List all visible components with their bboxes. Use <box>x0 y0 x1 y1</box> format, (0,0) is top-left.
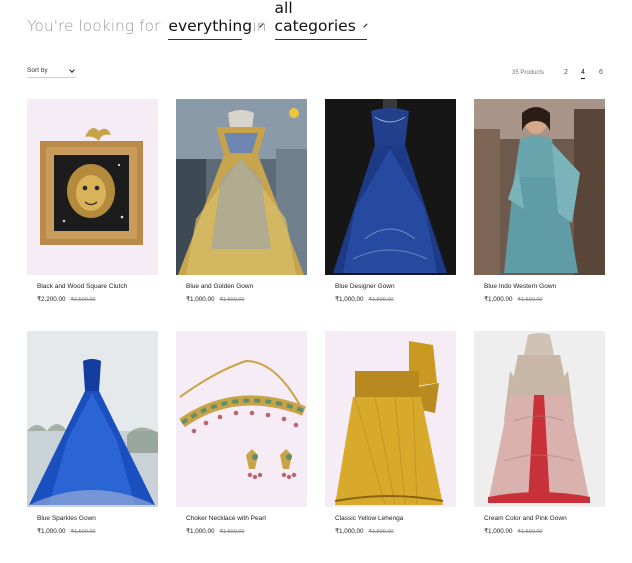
product-name[interactable]: Blue Indo Western Gown <box>484 283 605 292</box>
product-name[interactable]: Blue and Golden Gown <box>186 283 307 292</box>
product-prices: ₹2,200.00 ₹2,500.00 <box>37 296 158 303</box>
product-old-price: ₹1,500.00 <box>219 297 245 303</box>
product-price: ₹1,000.00 <box>186 296 215 303</box>
product-card[interactable]: Blue Indo Western Gown ₹1,000.00 ₹1,500.0… <box>474 99 605 303</box>
product-card[interactable]: Cream Color and Pink Gown ₹1,000.00 ₹1,50… <box>474 331 605 535</box>
filter-prefix-text: You're looking for <box>27 17 161 35</box>
filter-joiner-text: in <box>252 17 267 35</box>
product-image[interactable] <box>27 99 158 275</box>
product-card[interactable]: Blue Designer Gown ₹1,000.00 ₹1,500.00 <box>325 99 456 303</box>
product-prices: ₹1,000.00 ₹1,500.00 <box>37 528 158 535</box>
product-old-price: ₹2,500.00 <box>70 297 96 303</box>
pagination-link-active[interactable]: 4 <box>581 69 585 79</box>
search-filter-bar: You're looking for everything in all cat… <box>27 0 377 40</box>
product-prices: ₹1,000.00 ₹1,500.00 <box>484 296 605 303</box>
product-card[interactable]: Black and Wood Square Clutch ₹2,200.00 ₹2… <box>27 99 158 303</box>
product-prices: ₹1,000.00 ₹1,500.00 <box>186 528 307 535</box>
product-card[interactable]: Blue Sparkles Gown ₹1,000.00 ₹1,500.00 <box>27 331 158 535</box>
product-image[interactable] <box>176 99 307 275</box>
pagination-link[interactable]: 2 <box>564 69 568 76</box>
product-price: ₹1,000.00 <box>484 528 513 535</box>
products-count: 35 Products <box>512 70 545 76</box>
product-image[interactable] <box>325 99 456 275</box>
product-card[interactable]: Choker Necklace with Pearl ₹1,000.00 ₹1,5… <box>176 331 307 535</box>
product-image[interactable] <box>325 331 456 507</box>
product-prices: ₹1,000.00 ₹1,500.00 <box>186 296 307 303</box>
product-price: ₹1,000.00 <box>37 528 66 535</box>
product-old-price: ₹1,500.00 <box>368 297 394 303</box>
product-old-price: ₹1,500.00 <box>517 529 543 535</box>
sort-dropdown[interactable]: Sort by <box>27 66 76 78</box>
product-card[interactable]: Classic Yellow Lehenga ₹1,000.00 ₹1,500.0… <box>325 331 456 535</box>
product-price: ₹2,200.00 <box>37 296 66 303</box>
product-name[interactable]: Classic Yellow Lehenga <box>335 515 456 524</box>
category-dropdown[interactable]: all categories <box>274 0 368 40</box>
sort-label: Sort by <box>27 67 48 74</box>
product-name[interactable]: Choker Necklace with Pearl <box>186 515 307 524</box>
product-name[interactable]: Cream Color and Pink Gown <box>484 515 605 524</box>
product-old-price: ₹1,500.00 <box>517 297 543 303</box>
product-old-price: ₹1,500.00 <box>70 529 96 535</box>
product-image[interactable] <box>176 331 307 507</box>
product-price: ₹1,000.00 <box>484 296 513 303</box>
product-price: ₹1,000.00 <box>335 296 364 303</box>
product-old-price: ₹1,500.00 <box>368 529 394 535</box>
product-price: ₹1,000.00 <box>335 528 364 535</box>
product-image[interactable] <box>474 99 605 275</box>
product-name[interactable]: Blue Designer Gown <box>335 283 456 292</box>
product-image[interactable] <box>474 331 605 507</box>
product-prices: ₹1,000.00 ₹1,500.00 <box>335 528 456 535</box>
chevron-down-icon <box>363 23 368 28</box>
product-image[interactable] <box>27 331 158 507</box>
search-scope-value: everything <box>168 17 253 35</box>
search-scope-dropdown[interactable]: everything <box>168 17 264 40</box>
product-name[interactable]: Blue Sparkles Gown <box>37 515 158 524</box>
category-value: all categories <box>274 0 356 35</box>
product-card[interactable]: Blue and Golden Gown ₹1,000.00 ₹1,500.00 <box>176 99 307 303</box>
product-old-price: ₹1,500.00 <box>219 529 245 535</box>
product-price: ₹1,000.00 <box>186 528 215 535</box>
product-prices: ₹1,000.00 ₹1,500.00 <box>335 296 456 303</box>
product-prices: ₹1,000.00 ₹1,500.00 <box>484 528 605 535</box>
chevron-down-icon <box>69 66 75 73</box>
product-name[interactable]: Black and Wood Square Clutch <box>37 283 158 292</box>
pagination-link[interactable]: 6 <box>599 69 603 76</box>
